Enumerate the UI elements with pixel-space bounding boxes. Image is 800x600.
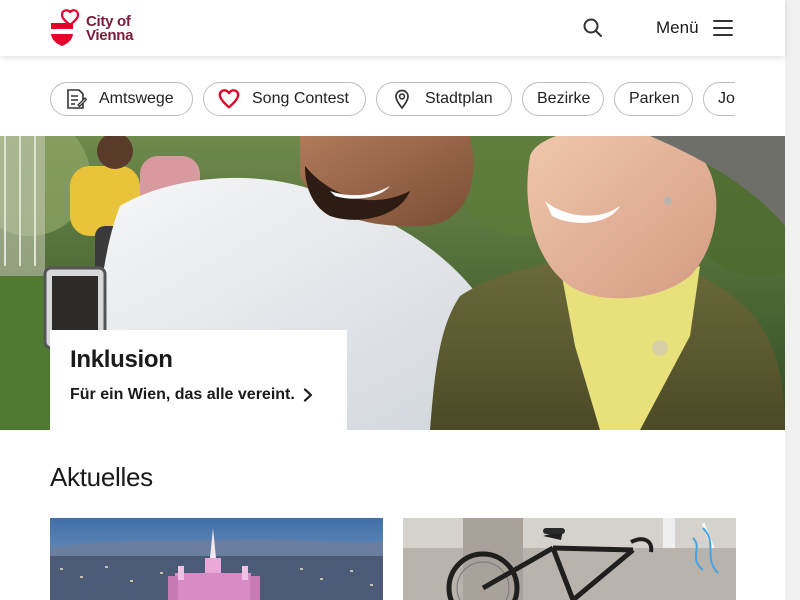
chip-label: Parken	[629, 90, 680, 107]
chip-song-contest[interactable]: Song Contest	[203, 82, 366, 116]
news-card-bicycle[interactable]	[403, 518, 736, 600]
search-button[interactable]	[581, 16, 605, 40]
hamburger-icon	[712, 19, 733, 37]
form-icon	[65, 88, 87, 110]
site-header: City of Vienna Menü	[0, 0, 785, 56]
chip-stadtplan[interactable]: Stadtplan	[376, 82, 512, 116]
chip-jobs[interactable]: Jo	[703, 82, 735, 116]
chip-label: Song Contest	[252, 90, 349, 107]
menu-button[interactable]: Menü	[656, 14, 733, 42]
hero-title: Inklusion	[70, 346, 173, 373]
heart-icon	[218, 88, 240, 110]
hero-banner[interactable]: Inklusion Für ein Wien, das alle vereint…	[0, 136, 785, 430]
logo-line-2: Vienna	[86, 27, 134, 44]
news-image-city-night	[50, 518, 383, 600]
menu-label: Menü	[656, 18, 699, 37]
chip-parken[interactable]: Parken	[614, 82, 693, 116]
hero-link[interactable]: Für ein Wien, das alle vereint.	[70, 386, 327, 404]
quick-links: Amtswege Song Contest Stadtplan Bezirke …	[50, 82, 735, 116]
chip-label: Jo	[718, 90, 735, 107]
vienna-heart-shield-icon	[50, 9, 84, 47]
city-of-vienna-logo[interactable]: City of Vienna	[50, 9, 133, 47]
chip-label: Bezirke	[537, 90, 591, 107]
page-scrollbar[interactable]	[785, 0, 800, 600]
hero-card[interactable]: Inklusion Für ein Wien, das alle vereint…	[50, 330, 347, 430]
search-icon	[583, 18, 602, 37]
map-pin-icon	[391, 88, 413, 110]
chip-label: Amtswege	[99, 90, 174, 107]
chip-bezirke[interactable]: Bezirke	[522, 82, 604, 116]
chevron-right-icon	[303, 388, 312, 402]
news-card-rathaus[interactable]	[50, 518, 383, 600]
chip-label: Stadtplan	[425, 90, 493, 107]
news-image-bicycle-workshop	[403, 518, 736, 600]
aktuelles-heading: Aktuelles	[50, 462, 153, 492]
logo-wordmark: City of Vienna	[86, 14, 134, 44]
chip-amtswege[interactable]: Amtswege	[50, 82, 193, 116]
hero-link-text: Für ein Wien, das alle vereint.	[70, 386, 295, 403]
